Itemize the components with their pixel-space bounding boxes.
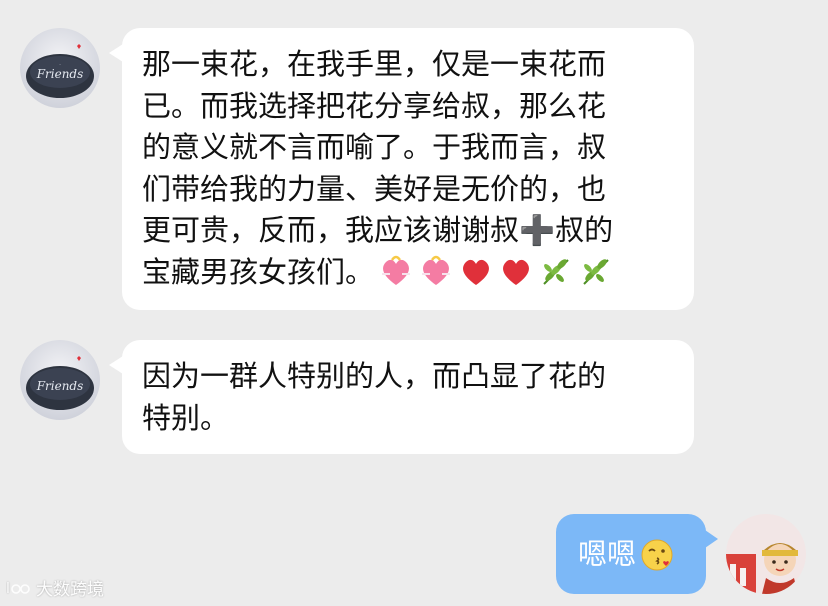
message-line: 因为一群人特别的人，而凸显了花的 <box>142 359 607 393</box>
svg-text:Friends: Friends <box>36 379 84 393</box>
friend-avatar-image: Friends <box>20 340 100 420</box>
message-line: 已。而我选择把花分享给叔，那么花 <box>142 88 607 123</box>
bubble-tail <box>109 356 123 374</box>
herb-icon <box>538 254 574 300</box>
message-line: 宝藏男孩女孩们。 <box>142 254 375 289</box>
watermark-text: 大数跨境 <box>36 580 104 600</box>
bubble-tail <box>109 44 123 62</box>
herb-icon <box>578 254 614 300</box>
message-bubble[interactable]: 因为一群人特别的人，而凸显了花的 特别。 <box>109 340 694 454</box>
avatar[interactable] <box>726 514 806 594</box>
avatar[interactable]: Friends <box>20 340 100 420</box>
self-message-bubble[interactable]: 嗯嗯 <box>556 514 718 594</box>
svg-text:Friends: Friends <box>36 67 84 81</box>
watermark: l 大数跨境 <box>6 575 104 600</box>
message-line: 的意义就不言而喻了。于我而言，叔 <box>142 130 607 164</box>
bubble-tail <box>705 530 718 548</box>
message-bubble[interactable]: 那一束花，在我手里，仅是一束花而 已。而我选择把花分享给叔，那么花 的意义就不言… <box>109 28 694 310</box>
red-heart-icon <box>498 254 534 300</box>
gift-heart-icon <box>378 254 414 300</box>
message-line: 们带给我的力量、美好是无价的，也 <box>142 171 607 206</box>
blowing-kiss-icon <box>640 522 674 602</box>
message-line: 更可贵，反而，我应该谢谢叔➕叔的 <box>142 213 614 247</box>
message-line-last: 宝藏男孩女孩们。 <box>142 252 674 300</box>
avatar[interactable]: Friends · <box>20 28 100 108</box>
friend-avatar-image: Friends · <box>20 28 100 108</box>
svg-text:l: l <box>6 581 10 597</box>
watermark-logo-icon: l <box>6 581 30 597</box>
self-avatar-image <box>726 514 806 594</box>
red-heart-icon <box>458 254 494 300</box>
message-text: 嗯嗯 <box>578 537 637 571</box>
message-line: 那一束花，在我手里，仅是一束花而 <box>142 47 607 81</box>
gift-heart-icon <box>418 254 454 300</box>
message-line: 特别。 <box>142 400 230 435</box>
